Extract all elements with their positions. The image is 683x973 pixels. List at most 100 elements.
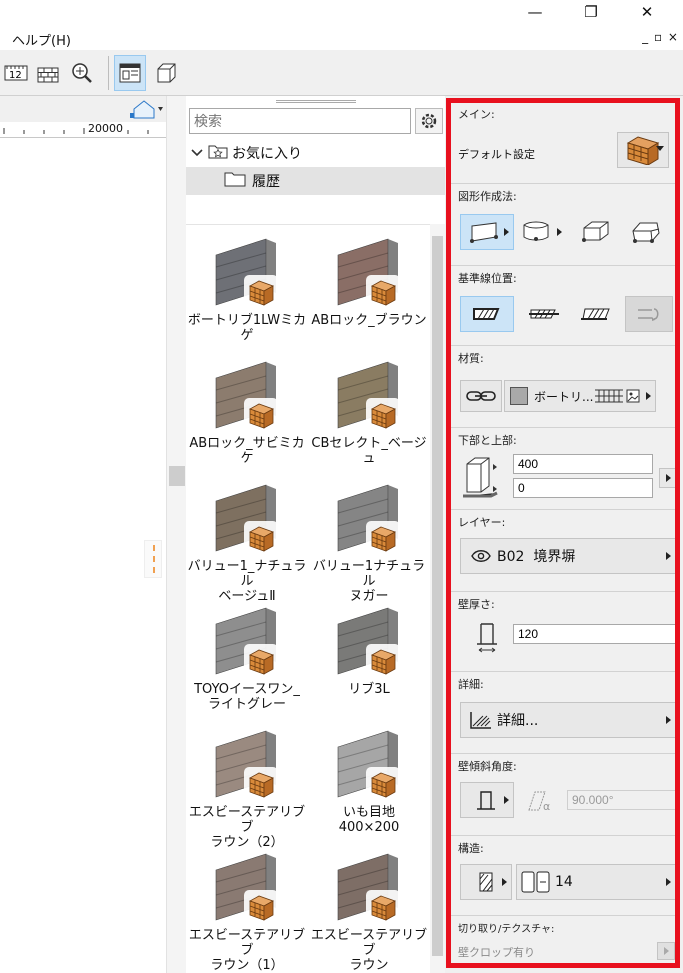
chevron-down-icon[interactable] bbox=[186, 147, 208, 160]
favorites-button[interactable] bbox=[617, 132, 669, 168]
panel-drag-handle[interactable] bbox=[144, 540, 162, 578]
flyout-arrow-icon bbox=[504, 796, 509, 804]
library-item-label: エスビーステアリブブ ラウン（1） bbox=[188, 928, 306, 973]
gear-icon[interactable] bbox=[415, 108, 443, 134]
basic-structure-icon bbox=[479, 872, 493, 892]
panel-grip[interactable] bbox=[276, 100, 356, 103]
flip-reference-button[interactable] bbox=[625, 296, 673, 332]
crop-option-button[interactable] bbox=[657, 942, 675, 960]
section-top-bottom: 下部と上部: bbox=[451, 428, 677, 510]
zoom-icon[interactable] bbox=[66, 55, 98, 91]
straight-wall-button[interactable] bbox=[460, 214, 514, 250]
plan-scrollbar[interactable] bbox=[166, 96, 186, 973]
curved-wall-button[interactable] bbox=[519, 214, 567, 250]
brick-badge-icon bbox=[366, 767, 400, 801]
menu-help[interactable]: ヘルプ(H) bbox=[12, 30, 71, 49]
library-item-label: エスビーステアリブブ ラウン bbox=[310, 928, 428, 973]
library-item[interactable]: ABロック_サビミカケ bbox=[186, 358, 308, 478]
section-title: レイヤー: bbox=[458, 516, 506, 529]
flyout-arrow-icon bbox=[502, 878, 507, 886]
home-story-icon[interactable] bbox=[130, 99, 164, 122]
material-fill-icon bbox=[521, 871, 550, 893]
brick-badge-icon bbox=[244, 275, 278, 309]
section-title: 材質: bbox=[458, 352, 484, 365]
library-item-label: ABロック_サビミカケ bbox=[189, 436, 305, 466]
library-item[interactable]: エスビーステアリブブ ラウン bbox=[308, 850, 430, 973]
section-layer: レイヤー: B02 境界塀 bbox=[451, 510, 677, 592]
library-item[interactable]: いも目地 400×200 bbox=[308, 727, 430, 847]
building-material-selector[interactable]: 14 bbox=[516, 864, 676, 900]
brick-badge-icon bbox=[244, 521, 278, 555]
detail-label: 詳細... bbox=[497, 713, 539, 729]
section-reference-line: 基準線位置: bbox=[451, 266, 677, 346]
section-geometry: 図形作成法: bbox=[451, 184, 677, 266]
library-item-label: バリュー1_ナチュラル ベージュⅡ bbox=[187, 559, 307, 604]
ruler-header bbox=[0, 96, 166, 122]
bottom-offset-field[interactable] bbox=[513, 478, 653, 498]
document-window-controls[interactable]: _ ▫ × bbox=[642, 30, 679, 44]
section-title: 構造: bbox=[458, 842, 484, 855]
wall-slant-type-button[interactable] bbox=[460, 782, 514, 818]
image-icon bbox=[626, 389, 640, 403]
floor-plan-window-icon[interactable] bbox=[114, 55, 146, 91]
brick-badge-icon bbox=[366, 644, 400, 678]
top-height-field[interactable] bbox=[513, 454, 653, 474]
minimize-button[interactable]: — bbox=[512, 0, 558, 26]
library-item[interactable]: バリュー1ナチュラル ヌガー bbox=[308, 481, 430, 604]
library-scrollbar-thumb[interactable] bbox=[432, 236, 443, 956]
rotated-rectangle-wall-button[interactable] bbox=[629, 214, 671, 250]
library-item[interactable]: ボートリブ1LWミカ ゲ bbox=[186, 235, 308, 355]
hatched-wall-center-icon bbox=[529, 309, 559, 319]
tree-item-label: お気に入り bbox=[232, 146, 302, 162]
flyout-arrow-icon bbox=[666, 552, 671, 560]
section-thickness: 壁厚さ: bbox=[451, 592, 677, 672]
chain-link-icon bbox=[466, 391, 496, 401]
detail-button[interactable]: 詳細... bbox=[460, 702, 676, 738]
brick-badge-icon bbox=[244, 767, 278, 801]
brick-badge-icon bbox=[366, 275, 400, 309]
flyout-arrow-icon bbox=[664, 947, 669, 955]
flyout-arrow-icon bbox=[557, 228, 562, 236]
measure-icon[interactable]: 12 bbox=[0, 55, 32, 91]
section-title: メイン: bbox=[458, 108, 495, 121]
wall-thickness-field[interactable] bbox=[513, 624, 677, 644]
library-item[interactable]: バリュー1_ナチュラル ベージュⅡ bbox=[186, 481, 308, 604]
library-item[interactable]: ABロック_ブラウン bbox=[308, 235, 430, 355]
library-item-label: いも目地 400×200 bbox=[338, 805, 400, 835]
surface-material-selector[interactable]: ボートリ... bbox=[504, 380, 656, 412]
ref-line-inside-button[interactable] bbox=[573, 296, 619, 332]
structure-type-button[interactable] bbox=[460, 864, 512, 900]
library-item[interactable]: CBセレクト_ベージ ュ bbox=[308, 358, 430, 478]
ref-line-outside-button[interactable] bbox=[460, 296, 514, 332]
library-item-label: エスビーステアリブブ ラウン（2） bbox=[188, 805, 306, 850]
tree-item-history[interactable]: 履歴 bbox=[186, 167, 445, 195]
restore-button[interactable]: ❐ bbox=[568, 0, 614, 26]
library-item-label: ABロック_ブラウン bbox=[311, 313, 427, 328]
section-detail: 詳細: 詳細... bbox=[451, 672, 677, 754]
brick-badge-icon bbox=[366, 890, 400, 924]
search-input[interactable] bbox=[189, 108, 411, 134]
library-item[interactable]: エスビーステアリブブ ラウン（2） bbox=[186, 727, 308, 850]
brick-wall-icon[interactable] bbox=[32, 55, 64, 91]
section-title: 基準線位置: bbox=[458, 272, 517, 285]
3d-window-icon[interactable] bbox=[150, 55, 182, 91]
layer-selector[interactable]: B02 境界塀 bbox=[460, 538, 676, 574]
brick-badge-icon bbox=[244, 644, 278, 678]
more-options-button[interactable] bbox=[659, 468, 677, 488]
rectangle-wall-button[interactable] bbox=[579, 214, 621, 250]
folder-icon bbox=[224, 171, 246, 191]
library-item[interactable]: エスビーステアリブブ ラウン（1） bbox=[186, 850, 308, 973]
library-item[interactable]: TOYOイースワン_ ライトグレー bbox=[186, 604, 308, 724]
brick-badge-icon bbox=[366, 521, 400, 555]
dropdown-arrow-icon bbox=[656, 146, 664, 151]
slant-angle-field[interactable] bbox=[567, 790, 677, 810]
library-item[interactable]: リブ3L bbox=[308, 604, 430, 724]
library-scrollbar[interactable] bbox=[430, 224, 445, 973]
plan-scrollbar-thumb[interactable] bbox=[169, 466, 185, 486]
ref-line-center-button[interactable] bbox=[521, 296, 567, 332]
tree-item-favorites[interactable]: お気に入り bbox=[186, 139, 445, 167]
ruler-ticks bbox=[3, 128, 149, 134]
link-materials-button[interactable] bbox=[460, 380, 502, 412]
close-button[interactable]: ✕ bbox=[624, 0, 670, 26]
flyout-arrow-icon bbox=[666, 878, 671, 886]
